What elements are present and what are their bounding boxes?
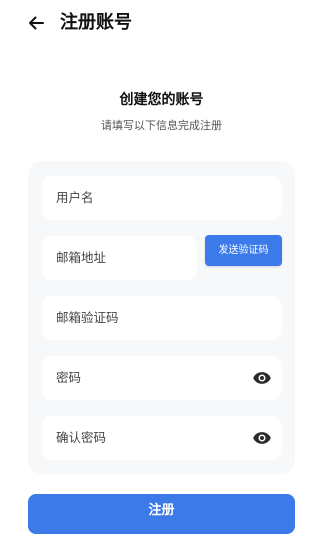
password-placeholder: 密码 bbox=[56, 370, 82, 385]
email-placeholder: 邮箱地址 bbox=[56, 250, 107, 265]
password-field[interactable]: 密码 bbox=[42, 356, 282, 400]
back-button[interactable] bbox=[22, 9, 50, 37]
top-app-bar: 注册账号 bbox=[0, 0, 323, 46]
arrow-left-icon bbox=[29, 16, 44, 30]
page-title: 注册账号 bbox=[60, 12, 132, 33]
email-code-field[interactable]: 邮箱验证码 bbox=[42, 296, 282, 340]
form-heading: 创建您的账号 bbox=[119, 92, 204, 108]
eye-icon[interactable] bbox=[252, 428, 272, 448]
confirm-password-field[interactable]: 确认密码 bbox=[42, 416, 282, 460]
username-field[interactable]: 用户名 bbox=[42, 176, 282, 220]
form-subheading: 请填写以下信息完成注册 bbox=[101, 119, 222, 132]
confirm-password-placeholder: 确认密码 bbox=[56, 430, 107, 445]
eye-icon[interactable] bbox=[252, 368, 272, 388]
register-button[interactable]: 注册 bbox=[28, 494, 295, 534]
email-field[interactable]: 邮箱地址 bbox=[42, 236, 197, 280]
send-code-button[interactable]: 发送验证码 bbox=[205, 235, 282, 266]
username-placeholder: 用户名 bbox=[56, 190, 94, 205]
email-code-placeholder: 邮箱验证码 bbox=[56, 310, 119, 325]
